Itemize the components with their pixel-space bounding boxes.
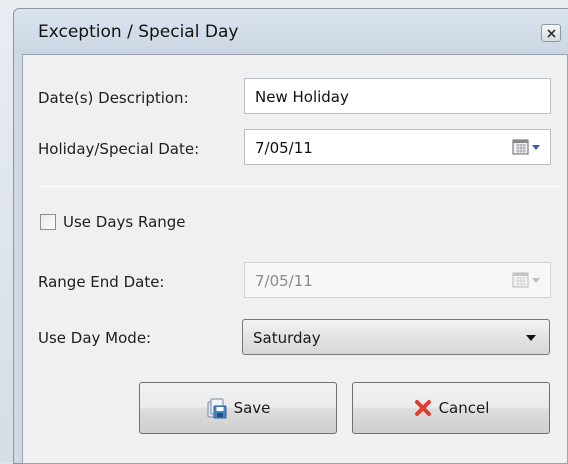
save-button[interactable]: Save [139,382,337,434]
title-bar[interactable]: Exception / Special Day [14,9,568,54]
close-button[interactable] [541,24,561,42]
description-field[interactable]: New Holiday [244,78,551,114]
exception-dialog: Exception / Special Day Date(s) Descript… [13,8,568,464]
use-range-checkbox[interactable] [40,214,56,230]
range-end-date-picker: 7/05/11 [244,262,551,298]
separator [38,186,561,187]
chevron-down-icon [526,335,536,341]
calendar-icon [512,272,540,288]
description-label: Date(s) Description: [38,89,189,107]
day-mode-value: Saturday [253,329,321,347]
save-label: Save [233,399,271,417]
day-mode-label: Use Day Mode: [38,329,152,347]
range-calendar-button [512,272,542,292]
range-end-value: 7/05/11 [255,272,313,290]
cancel-label: Cancel [438,399,490,417]
holiday-date-value: 7/05/11 [255,139,313,157]
description-value: New Holiday [255,88,349,106]
use-range-label[interactable]: Use Days Range [63,213,186,231]
close-icon [547,29,556,38]
cancel-icon [414,400,431,416]
dialog-content: Date(s) Description: New Holiday Holiday… [22,54,568,464]
range-end-label: Range End Date: [38,273,165,291]
calendar-icon [512,139,540,155]
save-icon [207,398,227,419]
holiday-date-label: Holiday/Special Date: [38,140,200,158]
cancel-button[interactable]: Cancel [352,382,550,434]
holiday-date-picker[interactable]: 7/05/11 [244,129,551,165]
day-mode-select[interactable]: Saturday [242,319,550,355]
dialog-title: Exception / Special Day [38,22,239,42]
calendar-dropdown-button[interactable] [512,139,542,159]
